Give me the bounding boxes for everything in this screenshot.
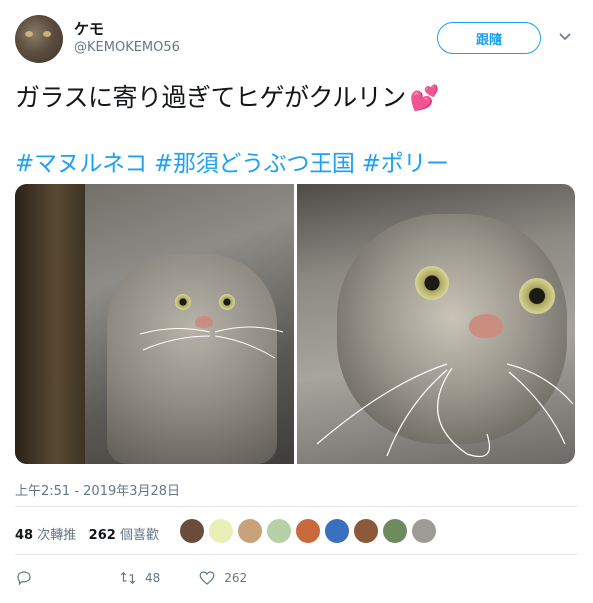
liker-avatar[interactable] xyxy=(208,518,234,544)
timestamp[interactable]: 上午2:51 - 2019年3月28日 xyxy=(15,480,180,499)
whiskers xyxy=(316,363,574,458)
retweet-button[interactable]: 48 xyxy=(119,569,160,587)
hashtag-line: #マヌルネコ #那須どうぶつ王国 #ポリー xyxy=(15,144,449,178)
tweet-text: ガラスに寄り過ぎてヒゲがクルリン 💕 xyxy=(15,78,440,114)
retweet-icon xyxy=(120,571,136,585)
avatar[interactable] xyxy=(15,15,63,63)
photo-grid xyxy=(15,184,575,464)
whiskers xyxy=(139,326,284,359)
cat-eye xyxy=(519,278,555,314)
liker-avatar[interactable] xyxy=(179,518,205,544)
liker-avatar[interactable] xyxy=(266,518,292,544)
like-count[interactable]: 262 xyxy=(89,528,116,543)
hashtag-link[interactable]: #マヌルネコ xyxy=(15,151,147,177)
glass-frame xyxy=(15,184,85,464)
cat-eye xyxy=(219,294,235,310)
chevron-down-icon[interactable] xyxy=(557,28,573,44)
likers-avatars xyxy=(179,518,437,544)
liker-avatar[interactable] xyxy=(382,518,408,544)
hashtag-link[interactable]: #ポリー xyxy=(362,151,449,177)
retweet-action-count: 48 xyxy=(145,571,161,585)
liker-avatar[interactable] xyxy=(353,518,379,544)
cat-eye xyxy=(415,266,449,300)
photo-1[interactable] xyxy=(15,184,294,464)
heart-icon xyxy=(199,571,215,585)
liker-avatar[interactable] xyxy=(324,518,350,544)
retweet-count[interactable]: 48 xyxy=(15,528,33,543)
tweet-actions: 48 262 xyxy=(15,566,285,590)
user-handle[interactable]: @KEMOKEMO56 xyxy=(74,40,180,55)
reply-button[interactable] xyxy=(15,569,41,587)
hearts-emoji-icon: 💕 xyxy=(409,84,440,112)
follow-button[interactable]: 跟隨 xyxy=(437,22,541,54)
display-name[interactable]: ケモ xyxy=(74,18,104,39)
cat-eye xyxy=(175,294,191,310)
like-label[interactable]: 個喜歡 xyxy=(120,528,159,543)
photo-2[interactable] xyxy=(297,184,575,464)
liker-avatar[interactable] xyxy=(295,518,321,544)
liker-avatar[interactable] xyxy=(411,518,437,544)
like-button[interactable]: 262 xyxy=(198,569,247,587)
retweet-label[interactable]: 次轉推 xyxy=(37,528,76,543)
engagement-stats: 48 次轉推 262 個喜歡 xyxy=(15,524,159,543)
liker-avatar[interactable] xyxy=(237,518,263,544)
like-action-count: 262 xyxy=(224,571,248,585)
tweet-body: ガラスに寄り過ぎてヒゲがクルリン xyxy=(15,83,406,112)
divider xyxy=(15,506,578,507)
reply-icon xyxy=(17,571,31,586)
hashtag-link[interactable]: #那須どうぶつ王国 xyxy=(154,151,355,177)
divider xyxy=(15,554,578,555)
